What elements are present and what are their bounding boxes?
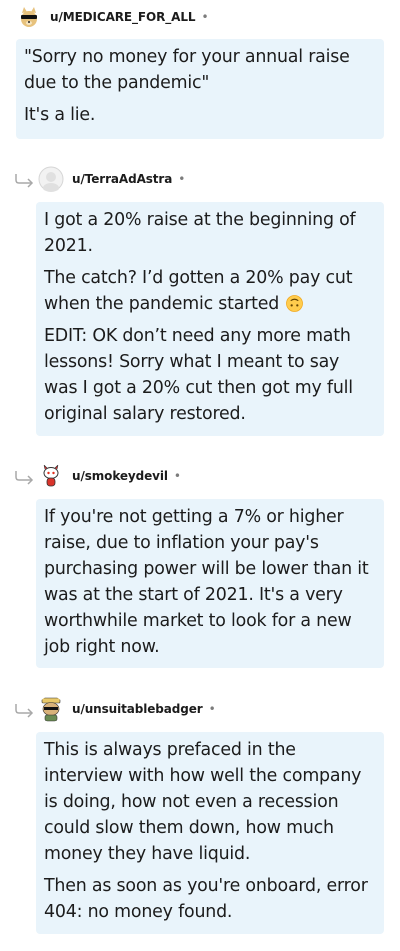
separator-dot: • <box>201 10 209 24</box>
comment-header: u/unsuitablebadger • <box>38 696 216 722</box>
comment-body: I got a 20% raise at the beginning of 20… <box>36 202 384 436</box>
comment-body: "Sorry no money for your annual raise du… <box>16 39 384 139</box>
comment-paragraph: Then as soon as you're onboard, error 40… <box>44 876 368 922</box>
comment-header: u/smokeydevil • <box>38 463 181 489</box>
reply-arrow-icon <box>15 471 34 485</box>
doge-sunglasses-avatar-icon[interactable] <box>16 4 42 30</box>
reply-arrow-icon <box>15 704 34 718</box>
separator-dot: • <box>178 172 186 186</box>
comment-paragraph: If you're not getting a 7% or higher rai… <box>44 507 369 657</box>
upside-down-face-emoji-icon <box>286 295 304 312</box>
separator-dot: • <box>208 702 216 716</box>
comment-paragraph: The catch? I’d gotten a 20% pay cut when… <box>44 265 376 317</box>
comment-header: u/TerraAdAstra • <box>38 166 185 192</box>
snoo-red-devil-avatar-icon[interactable] <box>38 463 64 489</box>
comment-paragraph: It's a lie. <box>24 105 96 125</box>
username[interactable]: u/TerraAdAstra <box>72 172 172 186</box>
comment-body: If you're not getting a 7% or higher rai… <box>36 499 384 668</box>
comment-paragraph: "Sorry no money for your annual raise du… <box>24 47 350 93</box>
reply-arrow-icon <box>15 174 34 188</box>
comment-body: This is always prefaced in the interview… <box>36 732 384 934</box>
badger-avatar-icon[interactable] <box>38 696 64 722</box>
comment-paragraph: I got a 20% raise at the beginning of 20… <box>44 210 356 256</box>
comment-paragraph: This is always prefaced in the interview… <box>44 740 362 864</box>
default-gray-avatar-icon[interactable] <box>38 166 64 192</box>
username[interactable]: u/MEDICARE_FOR_ALL <box>50 10 196 24</box>
username[interactable]: u/smokeydevil <box>72 469 168 483</box>
comment-paragraph-text: The catch? I’d gotten a 20% pay cut when… <box>44 268 353 314</box>
username[interactable]: u/unsuitablebadger <box>72 702 203 716</box>
comment-paragraph: EDIT: OK don’t need any more math lesson… <box>44 326 353 424</box>
comment-header: u/MEDICARE_FOR_ALL • <box>16 4 209 30</box>
separator-dot: • <box>173 469 181 483</box>
